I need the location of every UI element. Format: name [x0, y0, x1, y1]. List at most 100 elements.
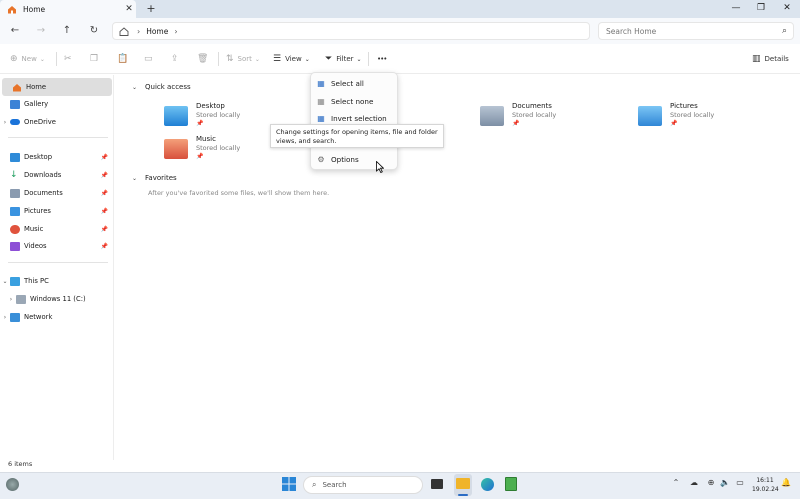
documents-icon	[10, 188, 20, 198]
search-input[interactable]: Search Home ⌕	[598, 22, 794, 40]
edge-icon[interactable]	[481, 478, 494, 491]
new-tab-button[interactable]: +	[144, 2, 158, 16]
cloud-icon[interactable]: ☁	[688, 478, 700, 487]
quick-access-music[interactable]: Music Stored locally 📌	[164, 135, 240, 165]
volume-icon[interactable]: 🔈	[719, 478, 731, 487]
task-view-icon[interactable]	[431, 479, 443, 489]
active-indicator	[458, 494, 468, 496]
taskbar-search[interactable]: ⌕ Search	[303, 476, 423, 494]
share-icon[interactable]: ⇪	[171, 50, 183, 68]
menu-item-options[interactable]: ⚙ Options	[316, 152, 359, 167]
tab-title: Home	[23, 4, 46, 14]
details-label: Details	[764, 55, 789, 63]
sidebar-item-onedrive[interactable]: › OneDrive	[0, 113, 113, 131]
close-window-button[interactable]: ✕	[774, 0, 800, 18]
more-options-button[interactable]: •••	[377, 50, 387, 68]
tile-name: Music	[196, 135, 216, 143]
pin-icon: 📌	[670, 120, 678, 127]
chevron-down-icon: ⌄	[254, 55, 260, 63]
new-label: New	[21, 55, 37, 63]
chevron-down-icon: ⌄	[356, 55, 362, 63]
menu-item-label: Select all	[331, 79, 364, 88]
sidebar-item-home[interactable]: Home	[2, 78, 112, 96]
sidebar-item-label: Network	[24, 313, 53, 321]
quick-access-header[interactable]: ⌄ Quick access	[132, 83, 191, 91]
toolbar-divider	[218, 52, 219, 66]
section-title: Quick access	[145, 83, 191, 91]
menu-item-label: Options	[331, 155, 359, 164]
quick-access-desktop[interactable]: Desktop Stored locally 📌	[164, 102, 240, 132]
filter-button[interactable]: ⏷ Filter ⌄	[325, 50, 362, 68]
delete-icon[interactable]: 🗑	[197, 50, 212, 68]
chevron-right-icon[interactable]: ›	[0, 119, 10, 126]
sidebar-item-label: Windows 11 (C:)	[30, 295, 86, 303]
chevron-right-icon[interactable]: ›	[0, 314, 10, 321]
pin-icon: 📌	[512, 120, 520, 127]
breadcrumb-home[interactable]: Home	[146, 27, 168, 36]
chevron-right-icon[interactable]: ›	[174, 27, 177, 36]
toolbar-divider	[368, 52, 369, 66]
file-explorer-icon[interactable]	[456, 478, 470, 489]
sidebar-item-this-pc[interactable]: ⌄ This PC	[0, 272, 113, 290]
back-arrow-icon[interactable]: ←	[6, 22, 24, 40]
globe-icon[interactable]: ⊕	[705, 478, 717, 487]
paste-icon[interactable]: 📋	[117, 50, 132, 68]
up-arrow-icon[interactable]: ↑	[58, 22, 76, 40]
sidebar-item-label: Downloads	[24, 171, 62, 179]
cut-icon[interactable]: ✂	[64, 50, 76, 68]
sidebar-item-label: OneDrive	[24, 118, 56, 126]
tile-subtitle: Stored locally	[196, 111, 241, 119]
view-button[interactable]: ☰ View ⌄	[273, 50, 310, 68]
sidebar-item-label: Desktop	[24, 153, 53, 161]
notepad-icon[interactable]	[505, 477, 517, 491]
details-button[interactable]: ▥ Details	[752, 50, 789, 68]
menu-item-select-none[interactable]: ▦ Select none	[316, 94, 373, 109]
tab-close-icon[interactable]: ✕	[122, 4, 136, 14]
maximize-button[interactable]: ❐	[748, 0, 774, 18]
favorites-header[interactable]: ⌄ Favorites	[132, 174, 177, 182]
minimize-button[interactable]: —	[723, 0, 749, 18]
sidebar-item-desktop[interactable]: Desktop 📌	[0, 148, 113, 166]
view-icon: ☰	[273, 54, 282, 64]
sidebar-item-network[interactable]: › Network	[0, 308, 113, 326]
tab-home[interactable]: Home ✕	[0, 0, 136, 18]
options-tooltip: Change settings for opening items, file …	[270, 124, 444, 148]
download-icon: ↓	[10, 169, 18, 180]
sidebar-item-gallery[interactable]: Gallery	[0, 95, 113, 113]
copy-icon[interactable]: ❐	[90, 50, 102, 68]
menu-item-select-all[interactable]: ▦ Select all	[316, 76, 364, 91]
sidebar-item-windows-c[interactable]: › Windows 11 (C:)	[0, 290, 113, 308]
sidebar-item-documents[interactable]: Documents 📌	[0, 184, 113, 202]
chevron-right-icon: ›	[137, 26, 141, 36]
chevron-up-icon[interactable]: ⌃	[670, 478, 682, 487]
pictures-folder-icon	[638, 106, 662, 126]
chevron-down-icon[interactable]: ⌄	[132, 84, 137, 91]
notification-bell-icon[interactable]: 🔔	[780, 478, 792, 487]
sort-button[interactable]: ⇅ Sort ⌄	[226, 50, 260, 68]
sidebar-item-pictures[interactable]: Pictures 📌	[0, 202, 113, 220]
mouse-cursor-icon	[376, 161, 384, 173]
taskbar-search-label: Search	[322, 481, 347, 489]
refresh-icon[interactable]: ↻	[85, 22, 103, 40]
quick-access-pictures[interactable]: Pictures Stored locally 📌	[638, 102, 714, 132]
plus-circle-icon: ⊕	[10, 54, 18, 64]
sidebar-item-videos[interactable]: Videos 📌	[0, 237, 113, 255]
chevron-down-icon[interactable]: ⌄	[0, 278, 10, 285]
start-icon[interactable]	[282, 477, 296, 491]
address-bar[interactable]: › Home ›	[112, 22, 590, 40]
pictures-icon	[10, 206, 20, 216]
chevron-right-icon[interactable]: ›	[6, 296, 16, 303]
clock[interactable]: 16:11 19.02.24	[752, 476, 779, 494]
home-icon	[13, 83, 21, 91]
widgets-icon[interactable]	[6, 478, 19, 491]
sidebar-item-music[interactable]: Music 📌	[0, 220, 113, 238]
sidebar-divider	[8, 137, 108, 138]
new-button[interactable]: ⊕ New ⌄	[10, 50, 45, 68]
rename-icon[interactable]: ▭	[144, 50, 157, 68]
battery-icon[interactable]: ▭	[734, 478, 746, 487]
quick-access-documents[interactable]: Documents Stored locally 📌	[480, 102, 556, 132]
forward-arrow-icon[interactable]: →	[32, 22, 50, 40]
chevron-down-icon[interactable]: ⌄	[132, 175, 137, 182]
tile-subtitle: Stored locally	[196, 144, 241, 152]
sidebar-item-downloads[interactable]: ↓ Downloads 📌	[0, 166, 113, 184]
